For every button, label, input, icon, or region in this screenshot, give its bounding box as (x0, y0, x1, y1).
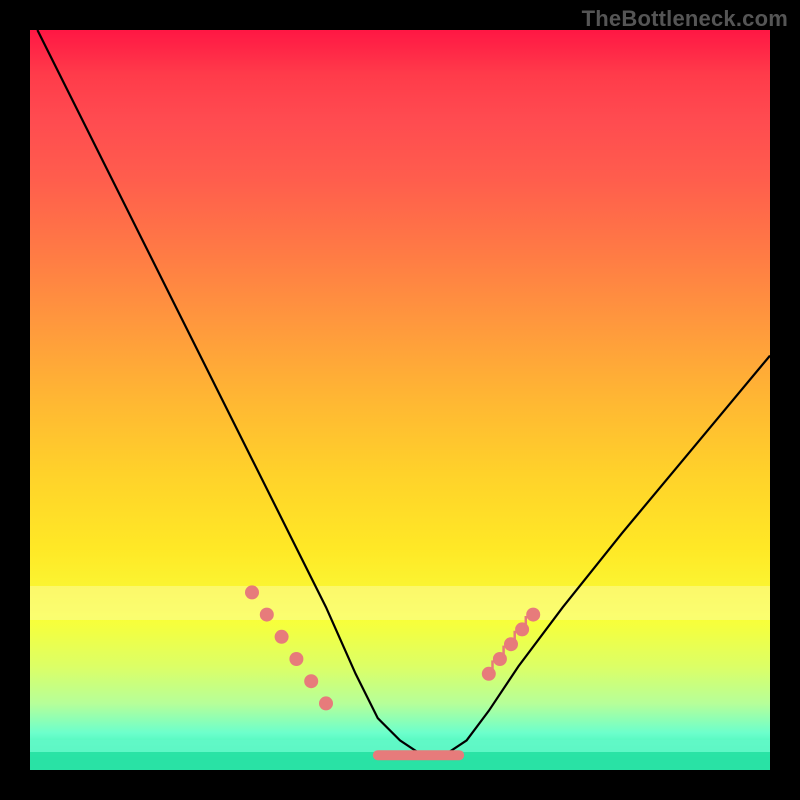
right-marker-cluster (482, 608, 540, 681)
chart-frame: TheBottleneck.com (0, 0, 800, 800)
bottleneck-curve (37, 30, 770, 755)
curve-marker (275, 630, 289, 644)
curve-marker (245, 585, 259, 599)
chart-overlay-svg (30, 30, 770, 770)
curve-marker (526, 608, 540, 622)
curve-marker (304, 674, 318, 688)
left-marker-cluster (245, 585, 333, 710)
curve-marker (289, 652, 303, 666)
curve-marker (260, 608, 274, 622)
plot-area (30, 30, 770, 770)
curve-marker (319, 696, 333, 710)
watermark-text: TheBottleneck.com (582, 6, 788, 32)
